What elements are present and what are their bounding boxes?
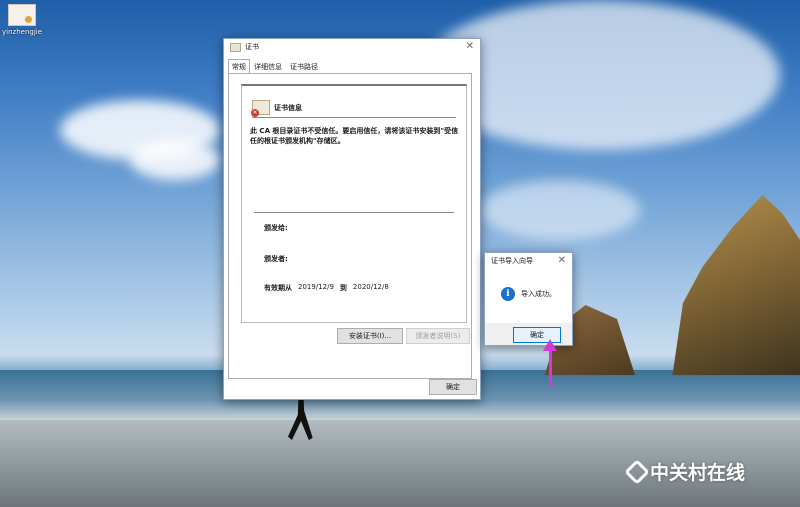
validity-row: 有效期从 2019/12/9 到 2020/12/8 <box>264 283 389 293</box>
dialog-title: 证书导入向导 <box>491 257 533 265</box>
divider <box>254 212 454 213</box>
import-success-dialog: 证书导入向导 ✕ i 导入成功。 确定 <box>484 252 573 346</box>
certificate-icon <box>230 42 241 52</box>
popup-message-row: i 导入成功。 <box>501 287 556 301</box>
info-icon: i <box>501 287 515 301</box>
popup-footer: 确定 <box>485 323 572 345</box>
cloud <box>480 180 640 240</box>
watermark-text: 中关村在线 <box>650 462 746 484</box>
close-icon[interactable]: ✕ <box>466 42 474 52</box>
zol-logo-icon <box>624 458 650 485</box>
divider <box>252 117 456 118</box>
cloud <box>130 140 220 180</box>
valid-to-label: 到 <box>339 284 347 292</box>
cert-info-header: 证书信息 <box>251 100 302 117</box>
certificate-icon <box>8 4 36 26</box>
dialog-title: 证书 <box>245 43 259 51</box>
install-certificate-button[interactable]: 安装证书(I)... <box>337 328 403 344</box>
success-message: 导入成功。 <box>521 290 556 298</box>
cert-info-title: 证书信息 <box>274 103 302 112</box>
annotation-arrow-stem <box>549 348 552 388</box>
issued-to-label: 颁发给: <box>264 224 288 232</box>
rock-arch <box>672 195 800 375</box>
valid-from-label: 有效期从 <box>264 284 292 292</box>
general-panel: 证书信息 此 CA 根目录证书不受信任。要启用信任，请将该证书安装到"受信任的根… <box>228 73 472 379</box>
cert-info-box: 证书信息 此 CA 根目录证书不受信任。要启用信任，请将该证书安装到"受信任的根… <box>241 84 467 323</box>
ok-button[interactable]: 确定 <box>429 379 477 395</box>
title-bar[interactable]: 证书 ✕ <box>224 39 480 55</box>
desktop-icon-label: yinzhengjie <box>2 28 43 36</box>
trust-warning: 此 CA 根目录证书不受信任。要启用信任，请将该证书安装到"受信任的根证书颁发机… <box>250 127 459 145</box>
certificate-dialog: 证书 ✕ 常规 详细信息 证书路径 证书信息 此 CA 根目录证书不受信任。要启… <box>223 38 481 400</box>
watermark: 中关村在线 <box>624 458 746 485</box>
close-icon[interactable]: ✕ <box>558 256 566 266</box>
title-bar[interactable]: 证书导入向导 ✕ <box>485 253 572 269</box>
untrusted-certificate-icon <box>251 100 270 117</box>
issuer-statement-button[interactable]: 颁发者说明(S) <box>406 328 470 344</box>
issued-by-label: 颁发者: <box>264 255 288 263</box>
valid-from-date: 2019/12/9 <box>298 283 334 291</box>
valid-to-date: 2020/12/8 <box>352 283 389 291</box>
desktop-icon-certificate[interactable]: yinzhengjie <box>2 4 42 36</box>
